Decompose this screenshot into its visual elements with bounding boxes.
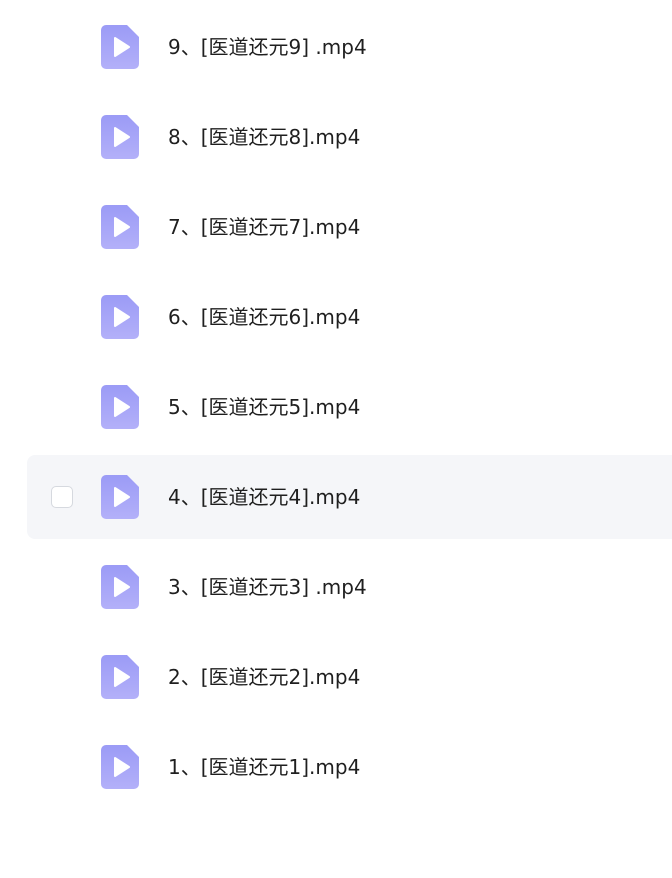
file-name[interactable]: 7、[医道还元7].mp4 xyxy=(168,213,360,241)
file-row[interactable]: 2、[医道还元2].mp4 xyxy=(27,635,672,719)
file-name[interactable]: 2、[医道还元2].mp4 xyxy=(168,663,360,691)
file-name[interactable]: 3、[医道还元3] .mp4 xyxy=(168,573,367,601)
file-row[interactable]: 6、[医道还元6].mp4 xyxy=(27,275,672,359)
file-list: 9、[医道还元9] .mp4 8、[医道还元8].mp4 7、[医道还元7].m… xyxy=(0,0,672,878)
video-file-icon xyxy=(101,205,139,249)
file-row[interactable]: 3、[医道还元3] .mp4 xyxy=(27,545,672,629)
video-file-icon xyxy=(101,295,139,339)
video-file-icon xyxy=(101,745,139,789)
video-file-icon xyxy=(101,475,139,519)
video-file-icon xyxy=(101,565,139,609)
file-row-hovered[interactable]: 4、[医道还元4].mp4 xyxy=(27,455,672,539)
file-row[interactable]: 5、[医道还元5].mp4 xyxy=(27,365,672,449)
file-name[interactable]: 9、[医道还元9] .mp4 xyxy=(168,33,367,61)
file-row[interactable]: 9、[医道还元9] .mp4 xyxy=(27,5,672,89)
file-row[interactable]: 7、[医道还元7].mp4 xyxy=(27,185,672,269)
file-name[interactable]: 1、[医道还元1].mp4 xyxy=(168,753,360,781)
file-row[interactable]: 1、[医道还元1].mp4 xyxy=(27,725,672,809)
file-name[interactable]: 4、[医道还元4].mp4 xyxy=(168,483,360,511)
select-checkbox[interactable] xyxy=(51,486,73,508)
video-file-icon xyxy=(101,115,139,159)
file-row[interactable]: 8、[医道还元8].mp4 xyxy=(27,95,672,179)
file-name[interactable]: 5、[医道还元5].mp4 xyxy=(168,393,360,421)
video-file-icon xyxy=(101,25,139,69)
file-name[interactable]: 8、[医道还元8].mp4 xyxy=(168,123,360,151)
video-file-icon xyxy=(101,655,139,699)
file-name[interactable]: 6、[医道还元6].mp4 xyxy=(168,303,360,331)
video-file-icon xyxy=(101,385,139,429)
